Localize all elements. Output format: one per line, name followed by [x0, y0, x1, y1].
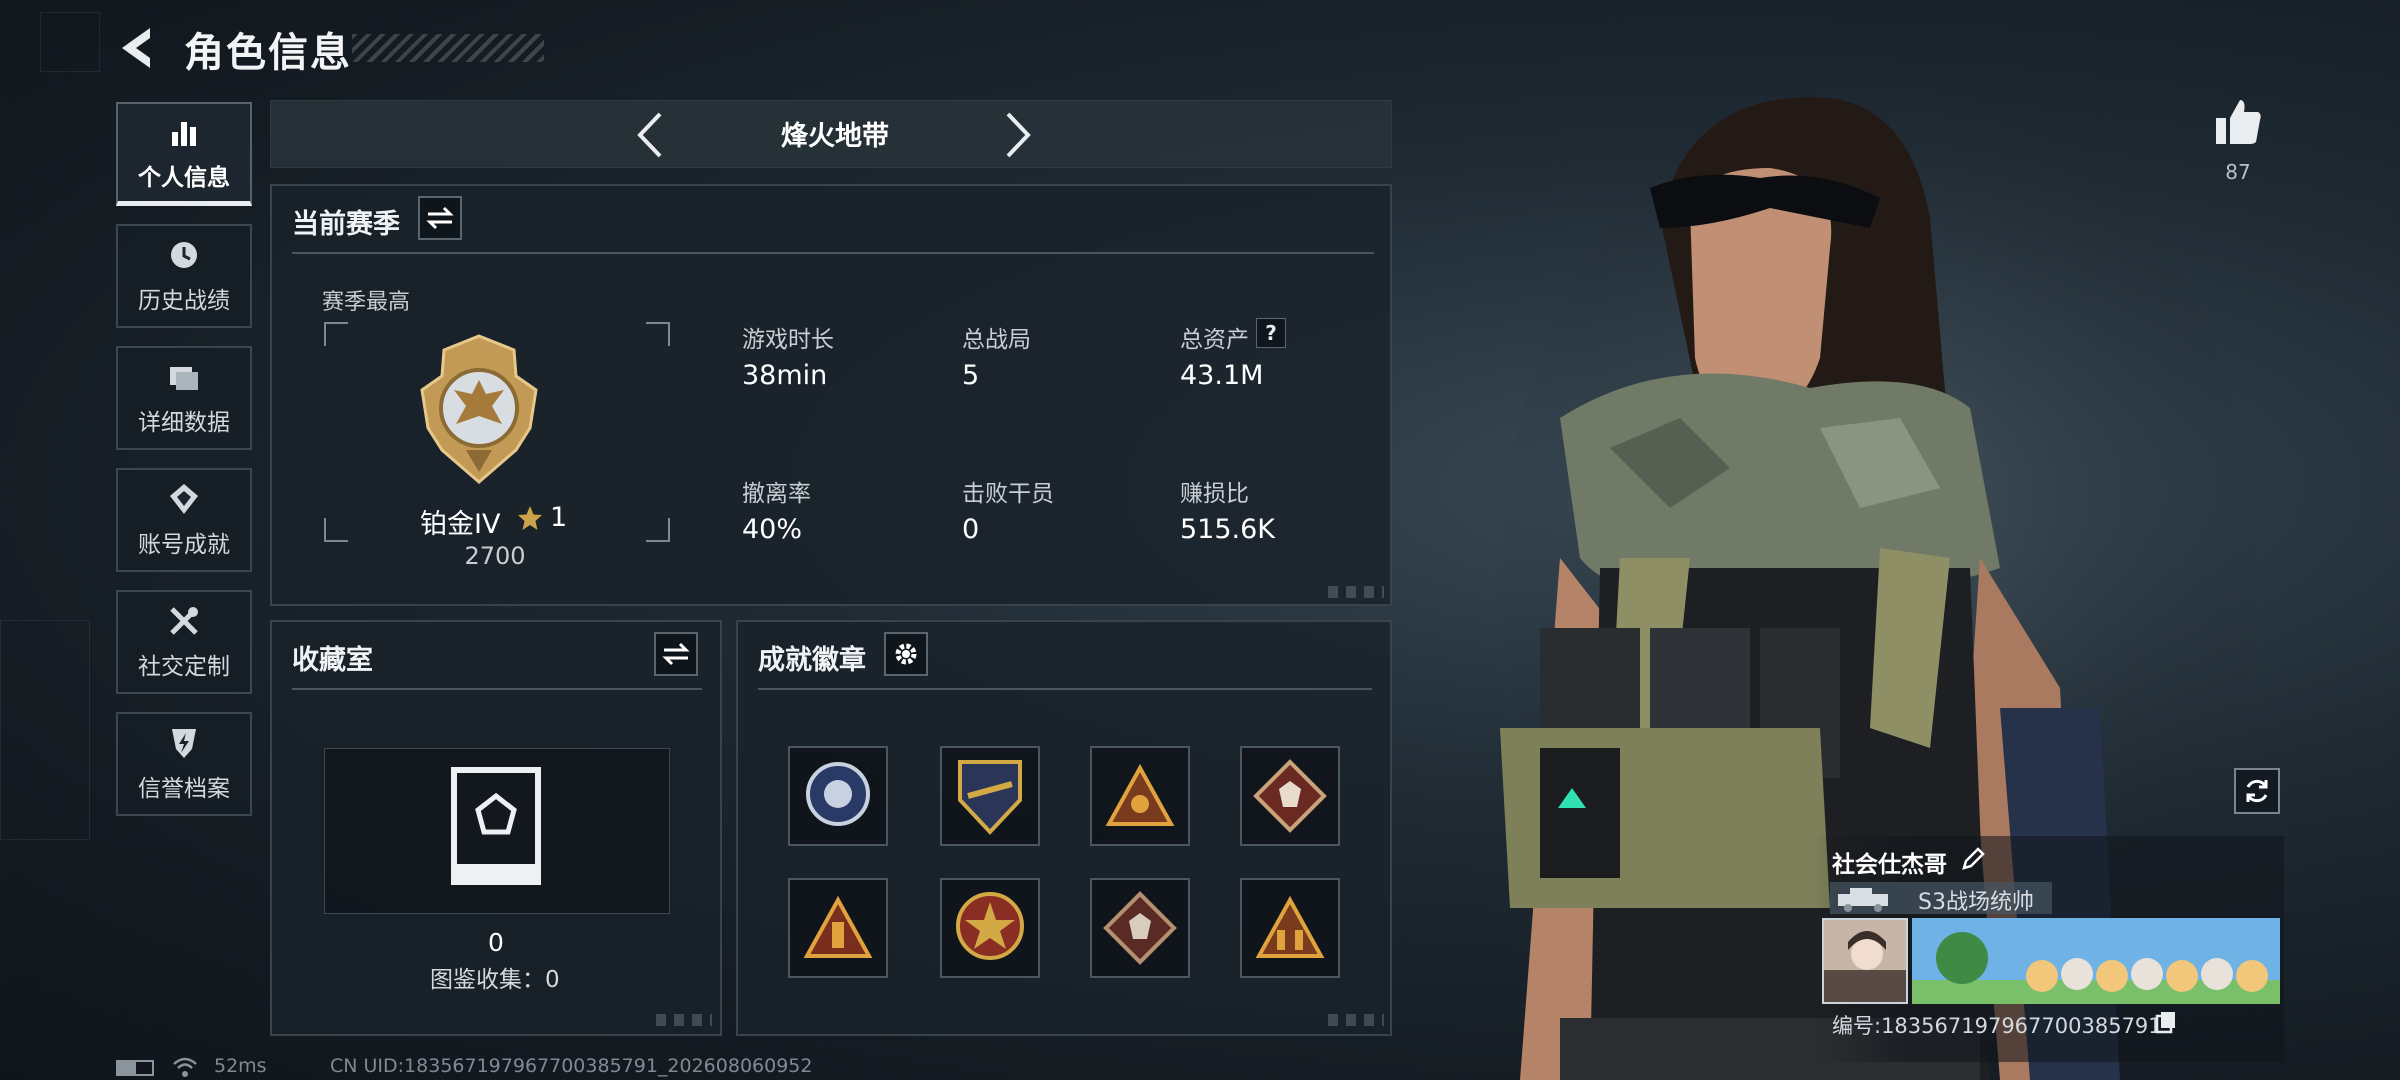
clock-icon [171, 242, 197, 268]
avatar[interactable] [1822, 918, 1908, 1004]
circle-emblem-icon [806, 762, 870, 826]
ping-value: 52ms [214, 1055, 267, 1077]
sidebar-item-label: 详细数据 [138, 410, 230, 436]
folder-icon [170, 367, 198, 390]
player-rank-title: S3战场统帅 [1918, 890, 2034, 915]
shield-eagle-emblem-icon [958, 760, 1022, 835]
back-arrow-icon[interactable] [112, 22, 160, 74]
corner-decoration [656, 1014, 712, 1026]
stat-label-profit-loss-ratio: 赚损比 [1180, 481, 1249, 507]
swap-arrows-icon [662, 642, 690, 666]
help-question-icon[interactable]: ? [1256, 318, 1286, 348]
diamond-wolf-emblem-icon [1253, 759, 1327, 833]
page-title: 角色信息 [184, 30, 352, 76]
battery-icon [116, 1060, 154, 1076]
badges-settings-button[interactable] [884, 632, 928, 676]
gear-icon [895, 643, 917, 665]
badge-diamond-wolf-emblem[interactable] [1240, 746, 1340, 846]
circle-star-emblem-icon [956, 892, 1024, 960]
player-id: 编号:183567197967700385791 [1832, 1014, 2162, 1038]
platinum-rank-emblem-icon [416, 332, 542, 492]
background-grid [40, 12, 100, 72]
rank-stars: 1 [550, 502, 568, 533]
collection-panel-title: 收藏室 [292, 645, 373, 676]
corner-decoration [1328, 1014, 1384, 1026]
copy-icon[interactable] [2154, 1010, 2178, 1034]
corner-decoration [1328, 586, 1384, 598]
title-stripes-decoration [352, 34, 544, 62]
season-switch-button[interactable] [418, 196, 462, 240]
client-uid: CN UID:183567197967700385791_20260806095… [330, 1055, 813, 1077]
badge-diamond-wolf-emblem-2[interactable] [1090, 878, 1190, 978]
divider [292, 252, 1374, 254]
thumbs-up-icon[interactable] [2212, 96, 2264, 148]
chevron-right-icon[interactable] [998, 110, 1038, 160]
stat-value-extraction-rate: 40% [742, 514, 803, 545]
triangle-soldiers-emblem-icon [1255, 896, 1325, 958]
stat-value-operators-defeated: 0 [962, 514, 980, 545]
stat-label-total-matches: 总战局 [962, 327, 1031, 353]
badge-triangle-tower-emblem[interactable] [788, 878, 888, 978]
mode-title: 烽火地带 [781, 121, 889, 152]
sidebar-item-credit-record[interactable]: 信誉档案 [116, 712, 252, 816]
rotate-view-button[interactable] [2234, 768, 2280, 814]
sidebar-item-label: 历史战绩 [138, 288, 230, 314]
divider [292, 688, 702, 690]
sidebar-item-label: 信誉档案 [138, 776, 230, 802]
chevron-left-icon[interactable] [630, 110, 670, 160]
stat-value-playtime: 38min [742, 360, 828, 391]
name-card-banner[interactable] [1912, 918, 2280, 1004]
bracket-corner [324, 322, 348, 346]
bracket-corner [646, 322, 670, 346]
collection-count: 0 [488, 928, 504, 957]
diamond-wolf-emblem-icon [1103, 891, 1177, 965]
sidebar-item-label: 账号成就 [138, 532, 230, 558]
collection-switch-button[interactable] [654, 632, 698, 676]
sidebar-item-detailed-data[interactable]: 详细数据 [116, 346, 252, 450]
sidebar-item-label: 个人信息 [138, 164, 230, 191]
triangle-hand-emblem-icon [1105, 764, 1175, 826]
refresh-icon [2246, 779, 2268, 803]
stat-value-profit-loss-ratio: 515.6K [1180, 514, 1276, 545]
badges-panel-title: 成就徽章 [758, 645, 866, 676]
divider [758, 688, 1372, 690]
badge-shield-eagle-emblem[interactable] [940, 746, 1040, 846]
sidebar-item-social-custom[interactable]: 社交定制 [116, 590, 252, 694]
sidebar-item-achievements[interactable]: 账号成就 [116, 468, 252, 572]
codex-collection-label: 图鉴收集：0 [430, 967, 560, 993]
stat-label-playtime: 游戏时长 [742, 327, 834, 353]
triangle-tower-emblem-icon [803, 896, 873, 958]
season-best-label: 赛季最高 [322, 290, 411, 315]
sidebar-item-personal-info[interactable]: 个人信息 [116, 102, 252, 206]
badge-circle-emblem[interactable] [788, 746, 888, 846]
rank-name: 铂金IV [420, 509, 501, 540]
wifi-icon [172, 1056, 198, 1078]
bracket-corner [646, 518, 670, 542]
star-icon [516, 504, 544, 532]
bracket-corner [324, 518, 348, 542]
stat-label-total-assets: 总资产 [1180, 327, 1249, 353]
display-case-icon [450, 766, 542, 888]
player-name: 社会仕杰哥 [1832, 852, 1947, 878]
stat-value-total-matches: 5 [962, 360, 980, 391]
sidebar-item-match-history[interactable]: 历史战绩 [116, 224, 252, 328]
rank-points: 2700 [464, 542, 526, 570]
shield-lightning-icon [172, 729, 196, 758]
tools-icon [170, 607, 198, 635]
stat-label-extraction-rate: 撤离率 [742, 481, 811, 507]
badge-triangle-hand-emblem[interactable] [1090, 746, 1190, 846]
edit-pencil-icon[interactable] [1960, 846, 1986, 872]
like-count: 87 [2225, 160, 2251, 184]
badge-circle-star-emblem[interactable] [940, 878, 1040, 978]
sidebar-item-label: 社交定制 [138, 654, 230, 680]
bar-chart-icon [172, 121, 196, 146]
season-panel-title: 当前赛季 [292, 209, 400, 240]
background-grid [0, 620, 90, 840]
achievement-icon [170, 484, 198, 514]
badge-triangle-soldiers-emblem[interactable] [1240, 878, 1340, 978]
stat-value-total-assets: 43.1M [1180, 360, 1264, 391]
swap-arrows-icon [426, 206, 454, 230]
stat-label-operators-defeated: 击败干员 [962, 481, 1054, 507]
vehicle-icon [1834, 884, 1894, 912]
